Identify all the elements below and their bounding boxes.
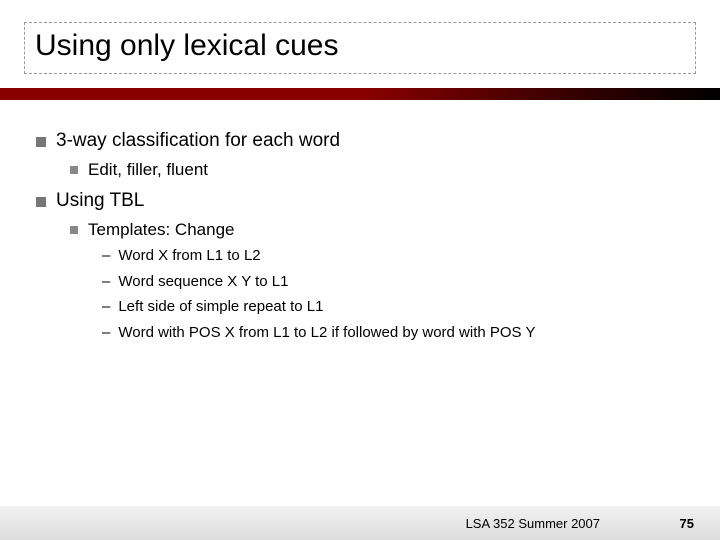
dash-bullet-icon: –	[102, 272, 110, 292]
bullet-text: Using TBL	[56, 190, 144, 212]
slide-title: Using only lexical cues	[35, 29, 685, 63]
square-bullet-icon	[70, 166, 78, 174]
title-container: Using only lexical cues	[24, 22, 696, 74]
bullet-text: Word X from L1 to L2	[118, 246, 684, 266]
dash-bullet-icon: –	[102, 246, 110, 266]
bullet-level2: Edit, filler, fluent	[70, 160, 684, 180]
square-bullet-icon	[36, 197, 46, 207]
bullet-level3: – Word with POS X from L1 to L2 if follo…	[102, 323, 684, 343]
bullet-level2: Templates: Change	[70, 220, 684, 240]
dash-bullet-icon: –	[102, 323, 110, 343]
bullet-text: Word sequence X Y to L1	[118, 272, 684, 292]
bullet-level3: – Word sequence X Y to L1	[102, 272, 684, 292]
dash-bullet-icon: –	[102, 297, 110, 317]
footer-bar	[0, 506, 720, 540]
slide-content: 3-way classification for each word Edit,…	[36, 120, 684, 342]
bullet-level1: Using TBL	[36, 190, 684, 212]
bullet-level3: – Left side of simple repeat to L1	[102, 297, 684, 317]
footer-text: LSA 352 Summer 2007	[466, 516, 600, 531]
bullet-text: Word with POS X from L1 to L2 if followe…	[118, 323, 684, 343]
bullet-level1: 3-way classification for each word	[36, 130, 684, 152]
bullet-text: 3-way classification for each word	[56, 130, 340, 152]
bullet-text: Left side of simple repeat to L1	[118, 297, 684, 317]
square-bullet-icon	[36, 137, 46, 147]
page-number: 75	[680, 516, 694, 531]
square-bullet-icon	[70, 226, 78, 234]
bullet-level3: – Word X from L1 to L2	[102, 246, 684, 266]
gradient-divider	[0, 88, 720, 100]
bullet-text: Templates: Change	[88, 220, 234, 240]
bullet-text: Edit, filler, fluent	[88, 160, 208, 180]
